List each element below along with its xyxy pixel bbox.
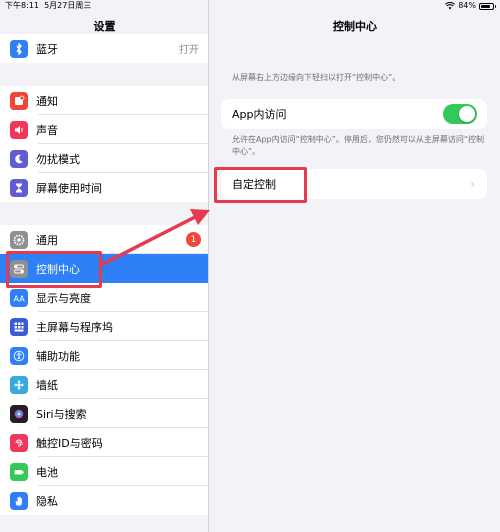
gear-icon bbox=[10, 230, 28, 249]
sidebar-item-label: 显示与亮度 bbox=[36, 291, 91, 305]
wallpaper-icon bbox=[10, 375, 28, 394]
highlight-box-control-center bbox=[6, 251, 102, 288]
sidebar-group-notifications: 通知声音勿扰模式屏幕使用时间 bbox=[0, 86, 208, 202]
battery-indicator-icon bbox=[479, 2, 496, 10]
sidebar-item-siri[interactable]: Siri与搜索 bbox=[0, 399, 208, 428]
notification-badge: 1 bbox=[186, 232, 201, 247]
sidebar-item-moon[interactable]: 勿扰模式 bbox=[0, 144, 208, 173]
highlight-box-customize bbox=[214, 167, 307, 203]
battery-fill bbox=[481, 4, 491, 8]
sidebar-item-label: 屏幕使用时间 bbox=[36, 181, 102, 195]
hourglass-icon bbox=[10, 178, 28, 197]
app-access-toggle[interactable] bbox=[443, 104, 477, 124]
sidebar-item-accessibility[interactable]: 辅助功能 bbox=[0, 341, 208, 370]
sidebar-item-fingerprint[interactable]: 触控ID与密码 bbox=[0, 428, 208, 457]
bluetooth-icon bbox=[10, 39, 28, 58]
page-title: 控制中心 bbox=[333, 20, 377, 33]
sidebar-item-label: 墙纸 bbox=[36, 378, 58, 392]
notification-icon bbox=[10, 91, 28, 110]
sidebar-item-label: 勿扰模式 bbox=[36, 152, 80, 166]
sidebar-item-label: 通用 bbox=[36, 233, 58, 247]
sidebar-group-connectivity: 蓝牙 打开 bbox=[0, 34, 208, 63]
sidebar-item-hand[interactable]: 隐私 bbox=[0, 486, 208, 515]
moon-icon bbox=[10, 149, 28, 168]
sidebar-item-gear[interactable]: 通用 1 bbox=[0, 225, 208, 254]
sidebar-item-label: 辅助功能 bbox=[36, 349, 80, 363]
hand-icon bbox=[10, 491, 28, 510]
fingerprint-icon bbox=[10, 433, 28, 452]
sidebar-item-speaker[interactable]: 声音 bbox=[0, 115, 208, 144]
sidebar-title: 设置 bbox=[93, 20, 116, 33]
sidebar-item-label: 触控ID与密码 bbox=[36, 436, 103, 450]
app-access-row: App内访问 bbox=[221, 99, 487, 129]
app-access-hint: 允许在App内访问“控制中心”。停用后，您仍然可以从主屏幕访问“控制中心”。 bbox=[232, 135, 485, 156]
svg-text:AA: AA bbox=[14, 294, 26, 303]
accessibility-icon bbox=[10, 346, 28, 365]
battery-icon bbox=[10, 462, 28, 481]
sidebar-item-battery[interactable]: 电池 bbox=[0, 457, 208, 486]
status-right: 84% bbox=[445, 0, 496, 12]
sidebar-item-grid[interactable]: 主屏幕与程序坞 bbox=[0, 312, 208, 341]
sidebar-item-hourglass[interactable]: 屏幕使用时间 bbox=[0, 173, 208, 202]
grid-icon bbox=[10, 317, 28, 336]
status-left: 下午8:11 5月27日周三 bbox=[5, 0, 91, 12]
sidebar-item-label: 声音 bbox=[36, 123, 58, 137]
sidebar-item-bluetooth[interactable]: 蓝牙 打开 bbox=[0, 34, 208, 63]
sidebar-item-label: 蓝牙 bbox=[36, 42, 58, 56]
sidebar-item-label: 通知 bbox=[36, 94, 58, 108]
speaker-icon bbox=[10, 120, 28, 139]
chevron-right-icon: › bbox=[470, 177, 475, 191]
status-date: 5月27日周三 bbox=[44, 1, 92, 10]
sidebar-item-label: 隐私 bbox=[36, 494, 58, 508]
sidebar-item-label: 主屏幕与程序坞 bbox=[36, 320, 113, 334]
sidebar-item-label: Siri与搜索 bbox=[36, 407, 87, 421]
sidebar-item-notification[interactable]: 通知 bbox=[0, 86, 208, 115]
toggle-knob bbox=[459, 106, 475, 122]
battery-percent: 84% bbox=[458, 1, 476, 10]
display-icon: AA bbox=[10, 288, 28, 307]
status-time: 下午8:11 bbox=[5, 1, 39, 10]
sidebar-item-value: 打开 bbox=[179, 45, 199, 56]
sidebar-item-wallpaper[interactable]: 墙纸 bbox=[0, 370, 208, 399]
status-bar: 下午8:11 5月27日周三 84% bbox=[0, 0, 500, 12]
sidebar-item-label: 电池 bbox=[36, 465, 58, 479]
siri-icon bbox=[10, 404, 28, 423]
app-access-label: App内访问 bbox=[232, 108, 287, 121]
swipe-hint: 从屏幕右上方边缘向下轻扫以打开“控制中心”。 bbox=[232, 73, 401, 82]
wifi-icon bbox=[445, 2, 456, 10]
